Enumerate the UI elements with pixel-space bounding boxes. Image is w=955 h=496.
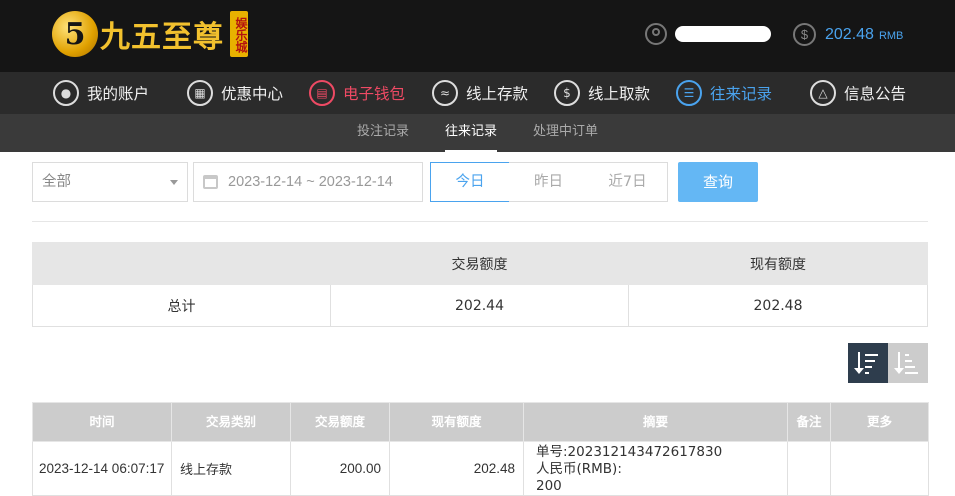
brand-logo[interactable]: 5 九五至尊 娱乐城: [52, 8, 248, 60]
sub-nav: 投注记录 往来记录 处理中订单: [0, 114, 955, 152]
summary-total-label: 总计: [32, 284, 331, 327]
cell-amount: 200.00: [290, 441, 390, 496]
wallet-icon: ▤: [309, 80, 335, 106]
sort-ascending-button[interactable]: [888, 343, 928, 383]
col-balance[interactable]: 现有额度: [389, 402, 524, 442]
cell-time: 2023-12-14 06:07:17: [32, 441, 172, 496]
summary-current-value: 202.48: [628, 284, 928, 327]
records-header-row: 时间 交易类别 交易额度 现有额度 摘要 备注 更多: [32, 402, 929, 442]
summary-order-number: 单号:202312143472617830: [536, 444, 723, 460]
nav-label: 信息公告: [844, 85, 907, 103]
today-button[interactable]: 今日: [430, 162, 510, 202]
main-nav: ● 我的账户 ▦ 优惠中心 ▤ 电子钱包 ≈ 线上存款 $ 线上取款 ☰ 往来记…: [0, 72, 955, 114]
deposit-icon: ≈: [432, 80, 458, 106]
col-more[interactable]: 更多: [830, 402, 929, 442]
tab-transaction-records[interactable]: 往来记录: [445, 114, 498, 152]
select-value: 全部: [42, 174, 71, 190]
col-time[interactable]: 时间: [32, 402, 172, 442]
transaction-type-select[interactable]: 全部: [32, 162, 188, 202]
bell-icon: △: [810, 80, 836, 106]
user-icon: [645, 23, 667, 45]
nav-label: 我的账户: [87, 85, 150, 103]
nav-item-promotions[interactable]: ▦ 优惠中心: [187, 79, 283, 107]
cell-more[interactable]: [830, 441, 929, 496]
dollar-coin-icon: $: [793, 23, 816, 46]
nav-label: 优惠中心: [221, 85, 284, 103]
nav-item-online-withdraw[interactable]: $ 线上取款: [554, 79, 650, 107]
user-icon: ●: [53, 80, 79, 106]
nav-item-e-wallet[interactable]: ▤ 电子钱包: [309, 79, 405, 107]
sort-descending-button[interactable]: [848, 343, 888, 383]
divider: [32, 221, 928, 222]
nav-label: 线上取款: [588, 85, 651, 103]
brand-tag: 娱乐城: [230, 11, 248, 57]
col-summary[interactable]: 摘要: [523, 402, 788, 442]
caret-down-icon: [170, 180, 178, 185]
yesterday-button[interactable]: 昨日: [509, 162, 589, 202]
brand-name: 九五至尊: [100, 20, 224, 55]
redacted-username: [675, 26, 771, 42]
balance-value: 202.48: [825, 25, 874, 43]
nav-item-my-account[interactable]: ● 我的账户: [53, 79, 149, 107]
balance-currency: RMB: [878, 30, 904, 42]
search-button[interactable]: 查询: [678, 162, 758, 202]
col-amount[interactable]: 交易额度: [290, 402, 390, 442]
cell-note: [787, 441, 831, 496]
summary-header-current: 现有额度: [628, 242, 928, 285]
date-range-value: 2023-12-14 ~ 2023-12-14: [228, 174, 393, 190]
col-type[interactable]: 交易类别: [171, 402, 291, 442]
records-table: 时间 交易类别 交易额度 现有额度 摘要 备注 更多 2023-12-14 06…: [32, 402, 929, 496]
nav-item-announcements[interactable]: △ 信息公告: [810, 79, 906, 107]
tab-bet-records[interactable]: 投注记录: [357, 114, 409, 152]
cell-summary: 单号:202312143472617830 人民币(RMB): 200: [523, 441, 788, 496]
summary-trade-value: 202.44: [330, 284, 629, 327]
logo-mark: 5: [52, 11, 98, 57]
summary-header-trade: 交易额度: [330, 242, 629, 285]
table-row[interactable]: 2023-12-14 06:07:17 线上存款 200.00 202.48 单…: [32, 441, 929, 496]
last-7-days-button[interactable]: 近7日: [588, 162, 668, 202]
date-range-picker[interactable]: 2023-12-14 ~ 2023-12-14: [193, 162, 423, 202]
nav-item-online-deposit[interactable]: ≈ 线上存款: [432, 79, 528, 107]
balance-display: $ 202.48 RMB: [793, 23, 903, 46]
col-note[interactable]: 备注: [787, 402, 831, 442]
summary-amount: 200: [536, 478, 562, 494]
summary-currency: 人民币(RMB):: [536, 461, 622, 477]
top-header: 5 九五至尊 娱乐城 $ 202.48 RMB: [0, 0, 955, 72]
withdraw-icon: $: [554, 80, 580, 106]
nav-label: 往来记录: [710, 85, 773, 103]
summary-row: 总计 202.44 202.48: [32, 284, 928, 327]
summary-table: 交易额度 现有额度 总计 202.44 202.48: [32, 242, 928, 327]
cell-balance: 202.48: [389, 441, 524, 496]
tab-pending-orders[interactable]: 处理中订单: [533, 114, 598, 152]
records-icon: ☰: [676, 80, 702, 106]
nav-item-transaction-records[interactable]: ☰ 往来记录: [676, 79, 772, 107]
sort-descending-icon: [854, 352, 880, 374]
nav-label: 线上存款: [466, 85, 529, 103]
summary-header-blank: [32, 242, 331, 285]
nav-label: 电子钱包: [343, 85, 406, 103]
sort-ascending-icon: [894, 352, 920, 374]
summary-header-row: 交易额度 现有额度: [32, 242, 928, 285]
user-info[interactable]: [645, 23, 771, 45]
gift-icon: ▦: [187, 80, 213, 106]
cell-type: 线上存款: [171, 441, 291, 496]
calendar-icon: [203, 175, 218, 189]
